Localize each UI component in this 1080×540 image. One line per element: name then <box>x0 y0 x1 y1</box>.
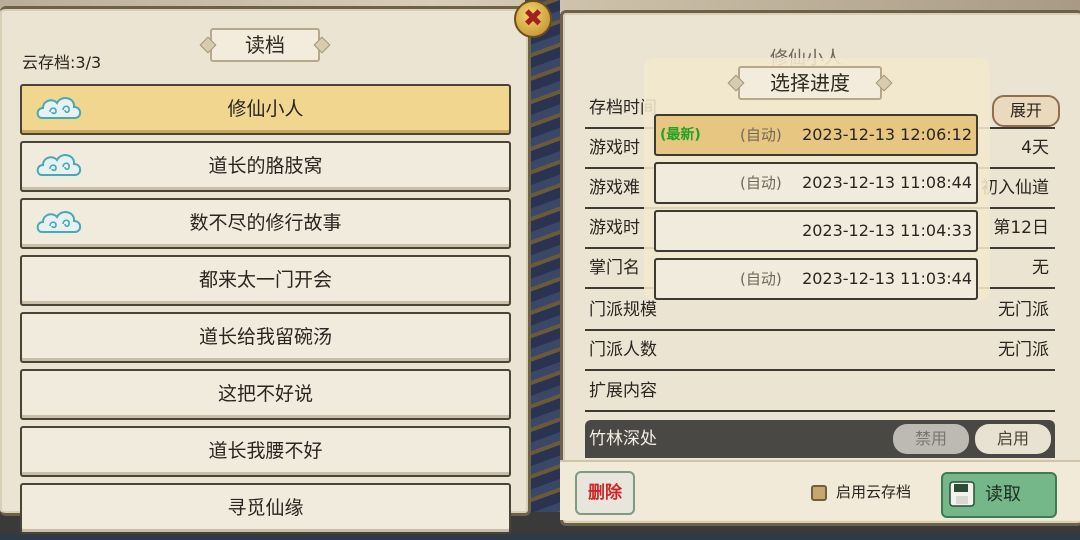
detail-value: 4天 <box>1021 138 1049 158</box>
progress-list: (最新) (自动) 2023-12-13 12:06:12 (自动) 2023-12-1… <box>654 114 978 306</box>
cloud-save-icon <box>36 97 82 119</box>
detail-key: 游戏难 <box>589 178 640 198</box>
save-slot[interactable]: 修仙小人 <box>20 84 511 135</box>
save-slot-name: 道长给我留碗汤 <box>198 326 332 348</box>
progress-timestamp: 2023-12-13 11:03:44 <box>802 269 972 288</box>
detail-row: 扩展内容 <box>585 372 1055 412</box>
detail-value: 无门派 <box>998 300 1049 320</box>
save-slot-name: 道长我腰不好 <box>208 440 323 462</box>
mod-row: 竹林深处 禁用 启用 <box>585 420 1055 458</box>
load-title: 读档 <box>210 28 320 62</box>
save-slot-name: 道长的胳肢窝 <box>208 155 323 177</box>
detail-key: 游戏时 <box>589 218 640 238</box>
save-slot-name: 都来太一门开会 <box>198 269 332 291</box>
progress-timestamp: 2023-12-13 11:08:44 <box>802 173 972 192</box>
mod-name: 竹林深处 <box>589 429 657 449</box>
save-slot-name: 修仙小人 <box>227 98 304 120</box>
detail-value: 无 <box>1032 258 1049 278</box>
detail-key: 扩展内容 <box>589 381 657 401</box>
save-slot[interactable]: 都来太一门开会 <box>20 255 511 306</box>
save-slot[interactable]: 道长的胳肢窝 <box>20 141 511 192</box>
cloud-save-checkbox[interactable] <box>811 485 827 501</box>
save-slot-name: 寻觅仙缘 <box>227 497 304 519</box>
save-slot-name: 这把不好说 <box>217 383 313 405</box>
progress-entry[interactable]: (自动) 2023-12-13 11:08:44 <box>654 162 978 204</box>
expand-button[interactable]: 展开 <box>992 95 1060 127</box>
progress-auto-tag: (自动) <box>740 270 782 288</box>
save-slot[interactable]: 这把不好说 <box>20 369 511 420</box>
mod-disable-button[interactable]: 禁用 <box>893 424 969 454</box>
progress-timestamp: 2023-12-13 12:06:12 <box>802 125 972 144</box>
detail-key: 门派人数 <box>589 340 657 360</box>
save-slot[interactable]: 数不尽的修行故事 <box>20 198 511 249</box>
load-button[interactable]: 读取 <box>941 472 1057 518</box>
cloud-save-count: 云存档:3/3 <box>22 53 102 72</box>
detail-key: 掌门名 <box>589 258 640 278</box>
save-slot[interactable]: 道长给我留碗汤 <box>20 312 511 363</box>
detail-row: 门派人数 无门派 <box>585 331 1055 371</box>
detail-value: 第12日 <box>993 218 1049 238</box>
progress-newest-tag: (最新) <box>660 127 701 143</box>
save-icon <box>949 481 975 507</box>
cloud-save-icon <box>36 211 82 233</box>
detail-key: 游戏时 <box>589 138 640 158</box>
progress-auto-tag: (自动) <box>740 126 782 144</box>
detail-value: 无门派 <box>998 340 1049 360</box>
save-slot-name: 数不尽的修行故事 <box>189 212 342 234</box>
cloud-save-label: 启用云存档 <box>836 483 912 501</box>
progress-chooser-title: 选择进度 <box>738 66 882 100</box>
progress-auto-tag: (自动) <box>740 174 782 192</box>
progress-entry[interactable]: (最新) (自动) 2023-12-13 12:06:12 <box>654 114 978 156</box>
save-slot-list: 修仙小人道长的胳肢窝 数不尽的修行故事 都来太一门开会 道长给我留碗汤 这把不好说道长我… <box>20 84 511 540</box>
progress-entry[interactable]: (自动) 2023-12-13 11:03:44 <box>654 258 978 300</box>
progress-entry[interactable]: 2023-12-13 11:04:33 <box>654 210 978 252</box>
close-icon[interactable]: ✖ <box>514 0 552 38</box>
progress-timestamp: 2023-12-13 11:04:33 <box>802 221 972 240</box>
mod-enable-button[interactable]: 启用 <box>975 424 1051 454</box>
save-slot[interactable]: 道长我腰不好 <box>20 426 511 477</box>
load-label: 读取 <box>985 484 1021 505</box>
delete-button[interactable]: 删除 <box>575 471 635 515</box>
detail-value: 初入仙道 <box>981 178 1049 198</box>
cloud-save-icon <box>36 154 82 176</box>
save-slot[interactable]: 寻觅仙缘 <box>20 483 511 534</box>
